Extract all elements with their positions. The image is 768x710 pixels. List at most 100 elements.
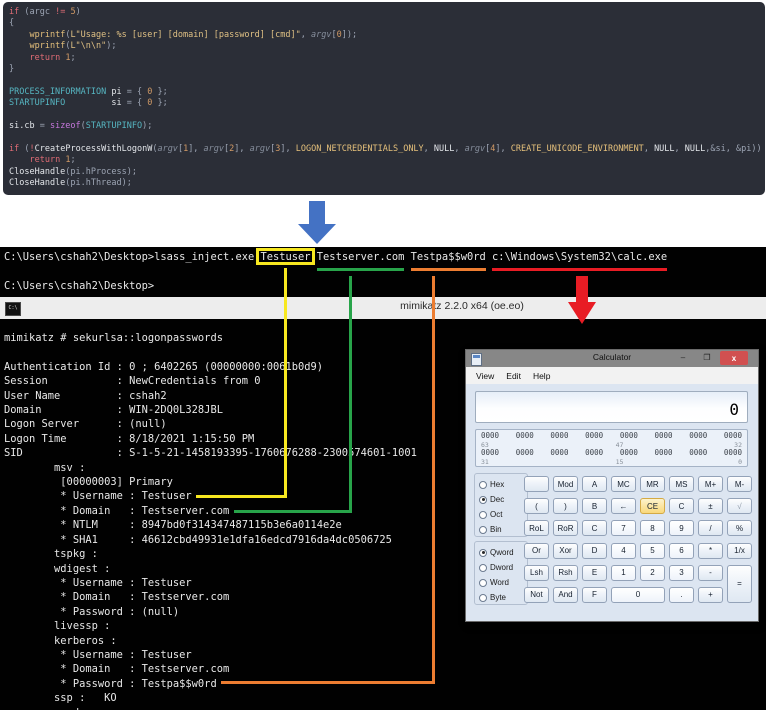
- radio-hex[interactable]: Hex: [479, 477, 527, 492]
- calc-key-([interactable]: (: [524, 498, 549, 515]
- radio-qword[interactable]: Qword: [479, 545, 527, 560]
- radio-icon: [479, 578, 487, 587]
- calc-key--[interactable]: -: [698, 564, 723, 581]
- arg-password: Testpa$$w0rd: [410, 251, 486, 263]
- calc-key-RoR[interactable]: RoR: [553, 520, 578, 537]
- code-line: CloseHandle(pi.hThread);: [9, 178, 132, 189]
- calc-key-MS[interactable]: MS: [669, 476, 694, 492]
- menu-item-view[interactable]: View: [470, 371, 500, 381]
- calc-key-A[interactable]: A: [582, 476, 607, 492]
- code-editor-panel: if (argc != 5){ wprintf(L"Usage: %s [use…: [3, 2, 765, 195]
- radio-label: Dword: [490, 563, 514, 572]
- code-line: STARTUPINFO si = { 0 };: [9, 98, 168, 109]
- calc-key-M-[interactable]: M-: [727, 476, 752, 492]
- calc-key-)[interactable]: ): [553, 498, 578, 515]
- calc-key-Not[interactable]: Not: [524, 586, 549, 603]
- calc-key-And[interactable]: And: [553, 586, 578, 603]
- calc-key-RoL[interactable]: RoL: [524, 520, 549, 537]
- radio-icon: [479, 563, 487, 572]
- mimikatz-output: mimikatz # sekurlsa::logonpasswords Auth…: [4, 332, 417, 710]
- calc-key-+[interactable]: +: [698, 586, 723, 603]
- calc-key-1/x[interactable]: 1/x: [727, 542, 752, 559]
- radio-bin[interactable]: Bin: [479, 522, 527, 537]
- calc-key-←[interactable]: ←: [611, 498, 636, 515]
- menu-item-edit[interactable]: Edit: [500, 371, 527, 381]
- calc-key-MC[interactable]: MC: [611, 476, 636, 492]
- calc-key-1[interactable]: 1: [611, 564, 636, 581]
- bit-toggle-panel[interactable]: 0000 0000 0000 0000 0000 0000 0000 0000 63 47 32 00…: [475, 429, 748, 467]
- second-prompt: C:\Users\cshah2\Desktop>: [4, 279, 155, 292]
- radio-byte[interactable]: Byte: [479, 590, 527, 605]
- calc-key-5[interactable]: 5: [640, 542, 665, 559]
- calc-display-value: 0: [729, 400, 739, 419]
- radio-dword[interactable]: Dword: [479, 560, 527, 575]
- calc-key-Or[interactable]: Or: [524, 542, 549, 559]
- bit-digit-row[interactable]: 0000 0000 0000 0000 0000 0000 0000 0000: [476, 431, 747, 441]
- calc-titlebar[interactable]: Calculator – ❐ x: [466, 350, 758, 367]
- calc-key-F[interactable]: F: [582, 586, 607, 603]
- calc-key-E[interactable]: E: [582, 564, 607, 581]
- calc-key-CE[interactable]: CE: [640, 498, 665, 515]
- calc-key-2[interactable]: 2: [640, 564, 665, 581]
- code-line: wprintf(L"Usage: %s [user] [domain] [pas…: [29, 29, 358, 40]
- arg-username: Testuser: [260, 251, 311, 263]
- code-line: if (!CreateProcessWithLogonW(argv[1], ar…: [9, 143, 762, 154]
- calc-key-±[interactable]: ±: [698, 498, 723, 515]
- calc-key-0[interactable]: 0: [611, 586, 665, 603]
- calc-key-B[interactable]: B: [582, 498, 607, 515]
- calc-key-C[interactable]: C: [582, 520, 607, 537]
- calc-key-/[interactable]: /: [698, 520, 723, 537]
- radio-label: Bin: [490, 525, 502, 534]
- calc-key-*[interactable]: *: [698, 542, 723, 559]
- calc-key-M+[interactable]: M+: [698, 476, 723, 492]
- calc-key-=[interactable]: =: [727, 564, 752, 603]
- calc-key-%[interactable]: %: [727, 520, 752, 537]
- radio-label: Word: [490, 578, 509, 587]
- maximize-button[interactable]: ❐: [696, 350, 718, 365]
- minimize-button[interactable]: –: [672, 350, 694, 365]
- calc-display: 0: [475, 391, 748, 423]
- calc-key-blank[interactable]: [524, 476, 549, 492]
- calc-key-7[interactable]: 7: [611, 520, 636, 537]
- calculator-window: Calculator – ❐ x View Edit Help 0 0000 00…: [465, 349, 759, 622]
- calc-key-6[interactable]: 6: [669, 542, 694, 559]
- connector-username-horizontal: [196, 495, 287, 499]
- connector-username-vertical: [284, 268, 288, 498]
- calc-key-.[interactable]: .: [669, 586, 694, 603]
- calc-key-3[interactable]: 3: [669, 564, 694, 581]
- radio-dec[interactable]: Dec: [479, 492, 527, 507]
- radio-oct[interactable]: Oct: [479, 507, 527, 522]
- calc-key-8[interactable]: 8: [640, 520, 665, 537]
- calc-key-MR[interactable]: MR: [640, 476, 665, 492]
- red-down-arrow-icon: [568, 276, 596, 324]
- calc-key-Mod[interactable]: Mod: [553, 476, 578, 492]
- bit-label-row: 63 47 32: [481, 440, 742, 449]
- code-line: return 1;: [29, 52, 76, 63]
- menu-item-help[interactable]: Help: [527, 371, 556, 381]
- close-button[interactable]: x: [720, 351, 748, 365]
- code-line: wprintf(L"\n\n");: [29, 41, 117, 52]
- prompt-prefix: C:\Users\cshah2\Desktop>lsass_inject.exe: [4, 251, 261, 263]
- code-line: PROCESS_INFORMATION pi = { 0 };: [9, 86, 168, 97]
- calc-key-Xor[interactable]: Xor: [553, 542, 578, 559]
- radio-label: Oct: [490, 510, 503, 519]
- bit-digit-row[interactable]: 0000 0000 0000 0000 0000 0000 0000 0000: [476, 448, 747, 458]
- code-line: CloseHandle(pi.hProcess);: [9, 166, 137, 177]
- calc-key-9[interactable]: 9: [669, 520, 694, 537]
- radio-icon: [479, 480, 487, 489]
- calc-key-4[interactable]: 4: [611, 542, 636, 559]
- calc-key-C[interactable]: C: [669, 498, 694, 515]
- code-line: }: [9, 64, 15, 75]
- mimikatz-titlebar[interactable]: C:\ mimikatz 2.2.0 x64 (oe.eo): [0, 297, 766, 319]
- radio-label: Hex: [490, 480, 505, 489]
- calc-key-Rsh[interactable]: Rsh: [553, 564, 578, 581]
- calc-key-D[interactable]: D: [582, 542, 607, 559]
- calc-key-√[interactable]: √: [727, 498, 752, 515]
- radio-icon: [479, 525, 487, 534]
- calc-key-Lsh[interactable]: Lsh: [524, 564, 549, 581]
- code-line: si.cb = sizeof(STARTUPINFO);: [9, 121, 153, 132]
- console-icon: C:\: [5, 302, 21, 316]
- radio-word[interactable]: Word: [479, 575, 527, 590]
- calc-keypad: Mod A MC MR MS M+ M-() B ← CE C ± √ RoL RoR C 7 8 9/% Or Xor…: [524, 476, 752, 603]
